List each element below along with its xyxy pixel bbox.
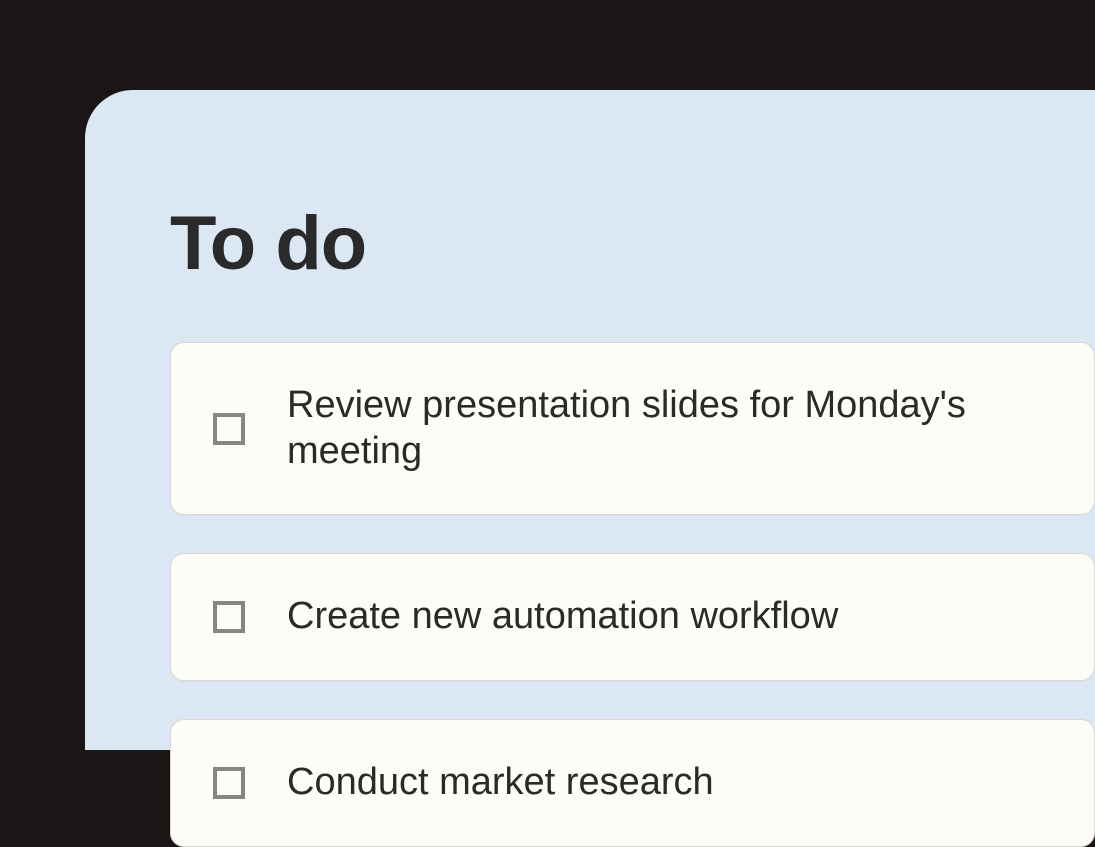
task-label: Conduct market research [287, 760, 714, 806]
checkbox-icon[interactable] [213, 413, 245, 445]
todo-panel: To do Review presentation slides for Mon… [85, 90, 1095, 750]
page-title: To do [170, 200, 1095, 287]
task-item[interactable]: Conduct market research [170, 719, 1095, 847]
checkbox-icon[interactable] [213, 767, 245, 799]
checkbox-icon[interactable] [213, 601, 245, 633]
task-item[interactable]: Create new automation workflow [170, 553, 1095, 681]
task-list: Review presentation slides for Monday's … [170, 342, 1095, 847]
task-label: Create new automation workflow [287, 594, 838, 640]
task-label: Review presentation slides for Monday's … [287, 383, 1054, 474]
task-item[interactable]: Review presentation slides for Monday's … [170, 342, 1095, 515]
